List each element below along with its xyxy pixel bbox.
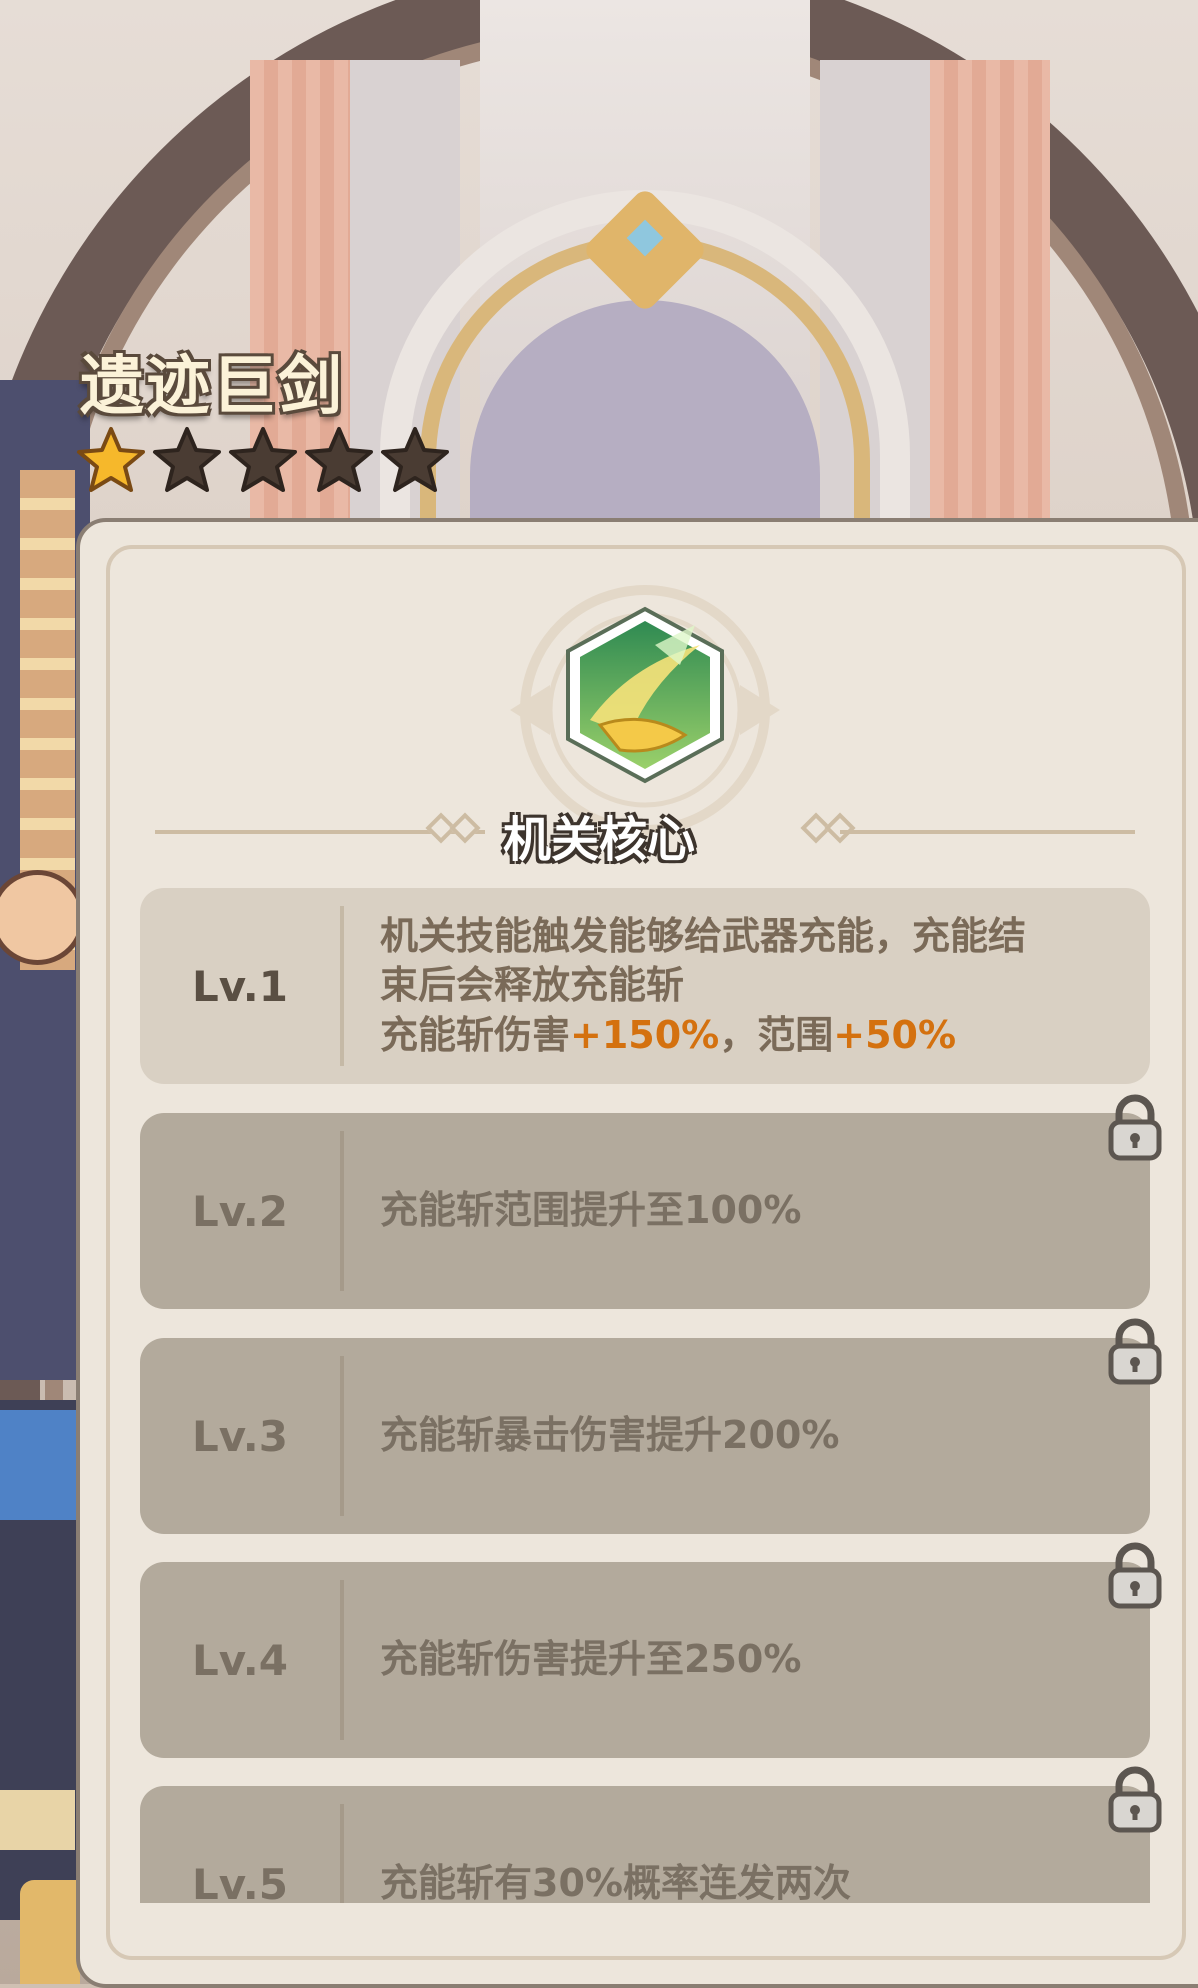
level-row-5: Lv.5 充能斩有30%概率连发两次 bbox=[140, 1786, 1150, 1903]
lock-icon bbox=[1108, 1766, 1162, 1833]
left-gold-button[interactable] bbox=[20, 1880, 80, 1984]
lock-icon bbox=[1108, 1318, 1162, 1385]
star-rating bbox=[76, 425, 450, 495]
row-separator bbox=[340, 1356, 344, 1516]
star-empty-icon bbox=[305, 427, 373, 492]
level-row-3: Lv.3 充能斩暴击伤害提升200% bbox=[140, 1338, 1150, 1534]
skill-name: 机关核心 bbox=[502, 812, 695, 868]
level-label: Lv.5 bbox=[192, 1859, 288, 1904]
row-separator bbox=[340, 1580, 344, 1740]
level-label: Lv.2 bbox=[192, 1186, 288, 1236]
desc-line-3: 充能斩伤害+150%，范围+50% bbox=[380, 1012, 957, 1057]
row-separator bbox=[340, 1804, 344, 1903]
curtain-right bbox=[930, 60, 1050, 540]
row-separator bbox=[340, 906, 344, 1066]
level-description: 机关技能触发能够给武器充能，充能结 束后会释放充能斩 充能斩伤害+150%，范围… bbox=[380, 888, 1120, 1084]
level-row-1: Lv.1 机关技能触发能够给武器充能，充能结 束后会释放充能斩 充能斩伤害+15… bbox=[140, 888, 1150, 1084]
lock-icon bbox=[1108, 1542, 1162, 1609]
range-bonus: +50% bbox=[833, 1012, 957, 1057]
sword-slash-skill-icon bbox=[566, 606, 724, 784]
star-empty-icon bbox=[229, 427, 297, 492]
level-label: Lv.3 bbox=[192, 1411, 288, 1461]
title-divider-right bbox=[840, 830, 1135, 834]
desc-line-1: 机关技能触发能够给武器充能，充能结 bbox=[380, 913, 1027, 958]
level-row-2: Lv.2 充能斩范围提升至100% bbox=[140, 1113, 1150, 1309]
level-description: 充能斩暴击伤害提升200% bbox=[380, 1413, 840, 1458]
level-list[interactable]: Lv.1 机关技能触发能够给武器充能，充能结 束后会释放充能斩 充能斩伤害+15… bbox=[140, 888, 1150, 1903]
level-description: 充能斩有30%概率连发两次 bbox=[380, 1861, 851, 1903]
left-blue-button[interactable] bbox=[0, 1410, 80, 1520]
star-empty-icon bbox=[153, 427, 221, 492]
star-empty-icon bbox=[381, 427, 449, 492]
star-filled-icon bbox=[77, 427, 145, 492]
weapon-name: 遗迹巨剑 bbox=[80, 350, 344, 424]
lock-icon bbox=[1108, 1094, 1162, 1161]
level-label: Lv.1 bbox=[192, 961, 288, 1011]
row-separator bbox=[340, 1131, 344, 1291]
desc-line-2: 束后会释放充能斩 bbox=[380, 963, 685, 1008]
level-description: 充能斩范围提升至100% bbox=[380, 1188, 802, 1233]
level-row-4: Lv.4 充能斩伤害提升至250% bbox=[140, 1562, 1150, 1758]
damage-bonus: +150% bbox=[570, 1012, 720, 1057]
divider-diamonds-right bbox=[800, 812, 856, 844]
level-label: Lv.4 bbox=[192, 1635, 288, 1685]
left-gold-tab bbox=[0, 1790, 75, 1850]
level-description: 充能斩伤害提升至250% bbox=[380, 1637, 802, 1682]
